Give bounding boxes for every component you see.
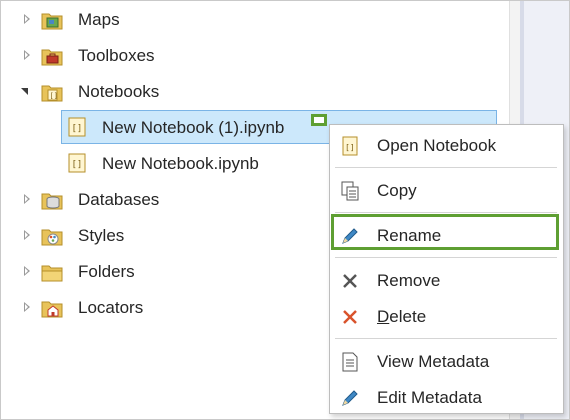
menu-item-open-notebook[interactable]: [] Open Notebook xyxy=(330,128,563,164)
styles-folder-icon xyxy=(41,226,63,246)
tree-item-label: Locators xyxy=(78,298,144,317)
map-folder-icon xyxy=(41,10,63,30)
menu-item-label: Edit Metadata xyxy=(377,388,482,407)
menu-item-view-metadata[interactable]: View Metadata xyxy=(330,344,563,380)
menu-item-copy[interactable]: Copy xyxy=(330,173,563,209)
rename-highlight-box xyxy=(331,214,559,250)
tree-item-label: New Notebook.ipynb xyxy=(102,154,259,173)
menu-item-label-rest: elete xyxy=(389,307,427,326)
selection-marker xyxy=(311,114,327,126)
notebook-file-icon: [] xyxy=(67,153,89,173)
menu-separator xyxy=(335,338,557,339)
tree-item-label: Maps xyxy=(78,10,120,29)
menu-separator xyxy=(335,257,557,258)
menu-item-label: View Metadata xyxy=(377,352,490,371)
menu-separator xyxy=(335,212,557,213)
expand-arrow-icon[interactable] xyxy=(22,194,32,204)
tree-item-label: Styles xyxy=(78,226,125,245)
locator-folder-icon xyxy=(41,298,63,318)
edit-pencil-icon xyxy=(340,388,360,408)
menu-item-label: Open Notebook xyxy=(377,136,497,155)
mnemonic: D xyxy=(377,307,390,326)
metadata-icon xyxy=(340,352,360,372)
menu-item-remove[interactable]: Remove xyxy=(330,263,563,299)
menu-separator xyxy=(335,167,557,168)
folder-icon xyxy=(41,262,63,282)
notebook-folder-icon: [] xyxy=(41,82,63,102)
x-icon xyxy=(340,271,360,291)
menu-item-delete[interactable]: Delete xyxy=(330,299,563,335)
expand-arrow-icon[interactable] xyxy=(22,50,32,60)
menu-item-label: Delete xyxy=(377,307,426,327)
context-menu: [] Open Notebook Copy Rename Remove Dele… xyxy=(329,124,564,414)
svg-text:[]: [] xyxy=(345,143,355,152)
expand-arrow-icon[interactable] xyxy=(22,302,32,312)
tree-item-label: Toolboxes xyxy=(78,46,155,65)
menu-item-label: Remove xyxy=(377,271,441,290)
tree-item-label: Notebooks xyxy=(78,82,160,101)
menu-item-edit-metadata[interactable]: Edit Metadata xyxy=(330,380,563,416)
database-folder-icon xyxy=(41,190,63,210)
toolbox-folder-icon xyxy=(41,46,63,66)
svg-text:[]: [] xyxy=(50,92,58,100)
menu-item-label: Copy xyxy=(377,181,417,200)
notebook-file-icon: [] xyxy=(67,117,89,137)
expand-arrow-icon[interactable] xyxy=(22,14,32,24)
svg-text:[]: [] xyxy=(72,124,83,134)
collapse-arrow-icon[interactable] xyxy=(20,86,30,96)
tree-item-label: Folders xyxy=(78,262,135,281)
tree-item-label: New Notebook (1).ipynb xyxy=(102,118,285,137)
delete-x-icon xyxy=(340,307,360,327)
svg-text:[]: [] xyxy=(72,160,83,170)
tree-item-label: Databases xyxy=(78,190,160,209)
expand-arrow-icon[interactable] xyxy=(22,266,32,276)
expand-arrow-icon[interactable] xyxy=(22,230,32,240)
copy-icon xyxy=(340,181,360,201)
notebook-icon: [] xyxy=(340,136,360,156)
